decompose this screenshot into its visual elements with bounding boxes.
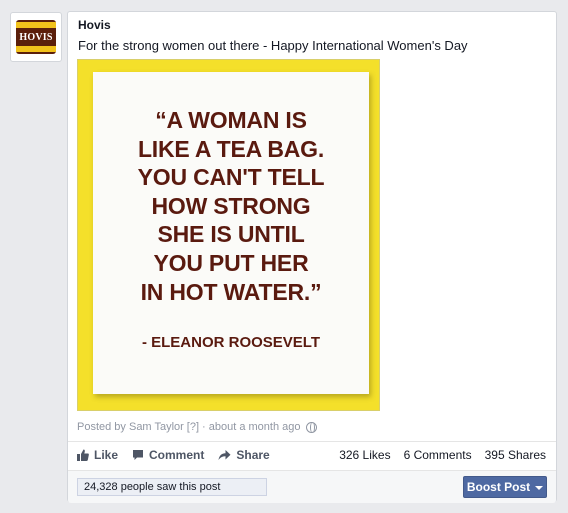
help-marker[interactable]: [?] [187,421,199,433]
post-stats: 326 Likes 6 Comments 395 Shares [339,448,546,462]
thumbs-up-icon [77,449,89,461]
posted-by: Posted by Sam Taylor [77,421,184,433]
shares-count[interactable]: 395 Shares [485,448,546,462]
quote-line: SHE IS UNTIL [157,221,305,248]
globe-icon[interactable] [305,421,317,433]
boost-post-label: Boost Post [466,480,531,494]
comments-count[interactable]: 6 Comments [404,448,472,462]
share-arrow-icon [218,450,231,460]
action-bar: Like Comment Share 326 Likes 6 Comments … [77,446,546,464]
post-image[interactable]: “A WOMAN IS LIKE A TEA BAG. YOU CAN'T TE… [77,59,380,411]
hovis-logo: HOVIS [16,20,56,54]
chevron-down-icon [535,485,544,490]
post-footer: 24,328 people saw this post Boost Post [68,470,556,503]
comment-button[interactable]: Comment [132,448,204,462]
divider [68,441,556,442]
comment-icon [133,450,144,460]
quote-card: “A WOMAN IS LIKE A TEA BAG. YOU CAN'T TE… [93,72,369,394]
boost-post-button[interactable]: Boost Post [463,476,547,498]
like-label: Like [94,448,119,462]
share-button[interactable]: Share [218,448,270,462]
logo-text: HOVIS [19,31,53,43]
post-text: For the strong women out there - Happy I… [78,38,468,53]
quote-text: “A WOMAN IS LIKE A TEA BAG. YOU CAN'T TE… [93,106,369,306]
page-avatar[interactable]: HOVIS [10,12,62,62]
quote-line: “A WOMAN IS [155,107,307,133]
quote-line: LIKE A TEA BAG. [137,135,325,162]
quote-author: - ELEANOR ROOSEVELT [141,334,321,351]
post-meta: Posted by Sam Taylor [?] · about a month… [77,421,317,433]
share-label: Share [236,448,270,462]
comment-label: Comment [149,448,205,462]
likes-count[interactable]: 326 Likes [339,448,390,462]
quote-line: YOU PUT HER [153,249,309,276]
quote-line: YOU CAN'T TELL [137,164,325,191]
like-button[interactable]: Like [77,448,118,462]
quote-line: HOW STRONG [151,192,311,219]
page-name-link[interactable]: Hovis [78,18,111,32]
quote-line: IN HOT WATER.” [140,278,322,305]
post-card: Hovis For the strong women out there - H… [67,11,557,503]
post-time-link[interactable]: · about a month ago [202,421,300,433]
reach-counter[interactable]: 24,328 people saw this post [77,478,267,496]
